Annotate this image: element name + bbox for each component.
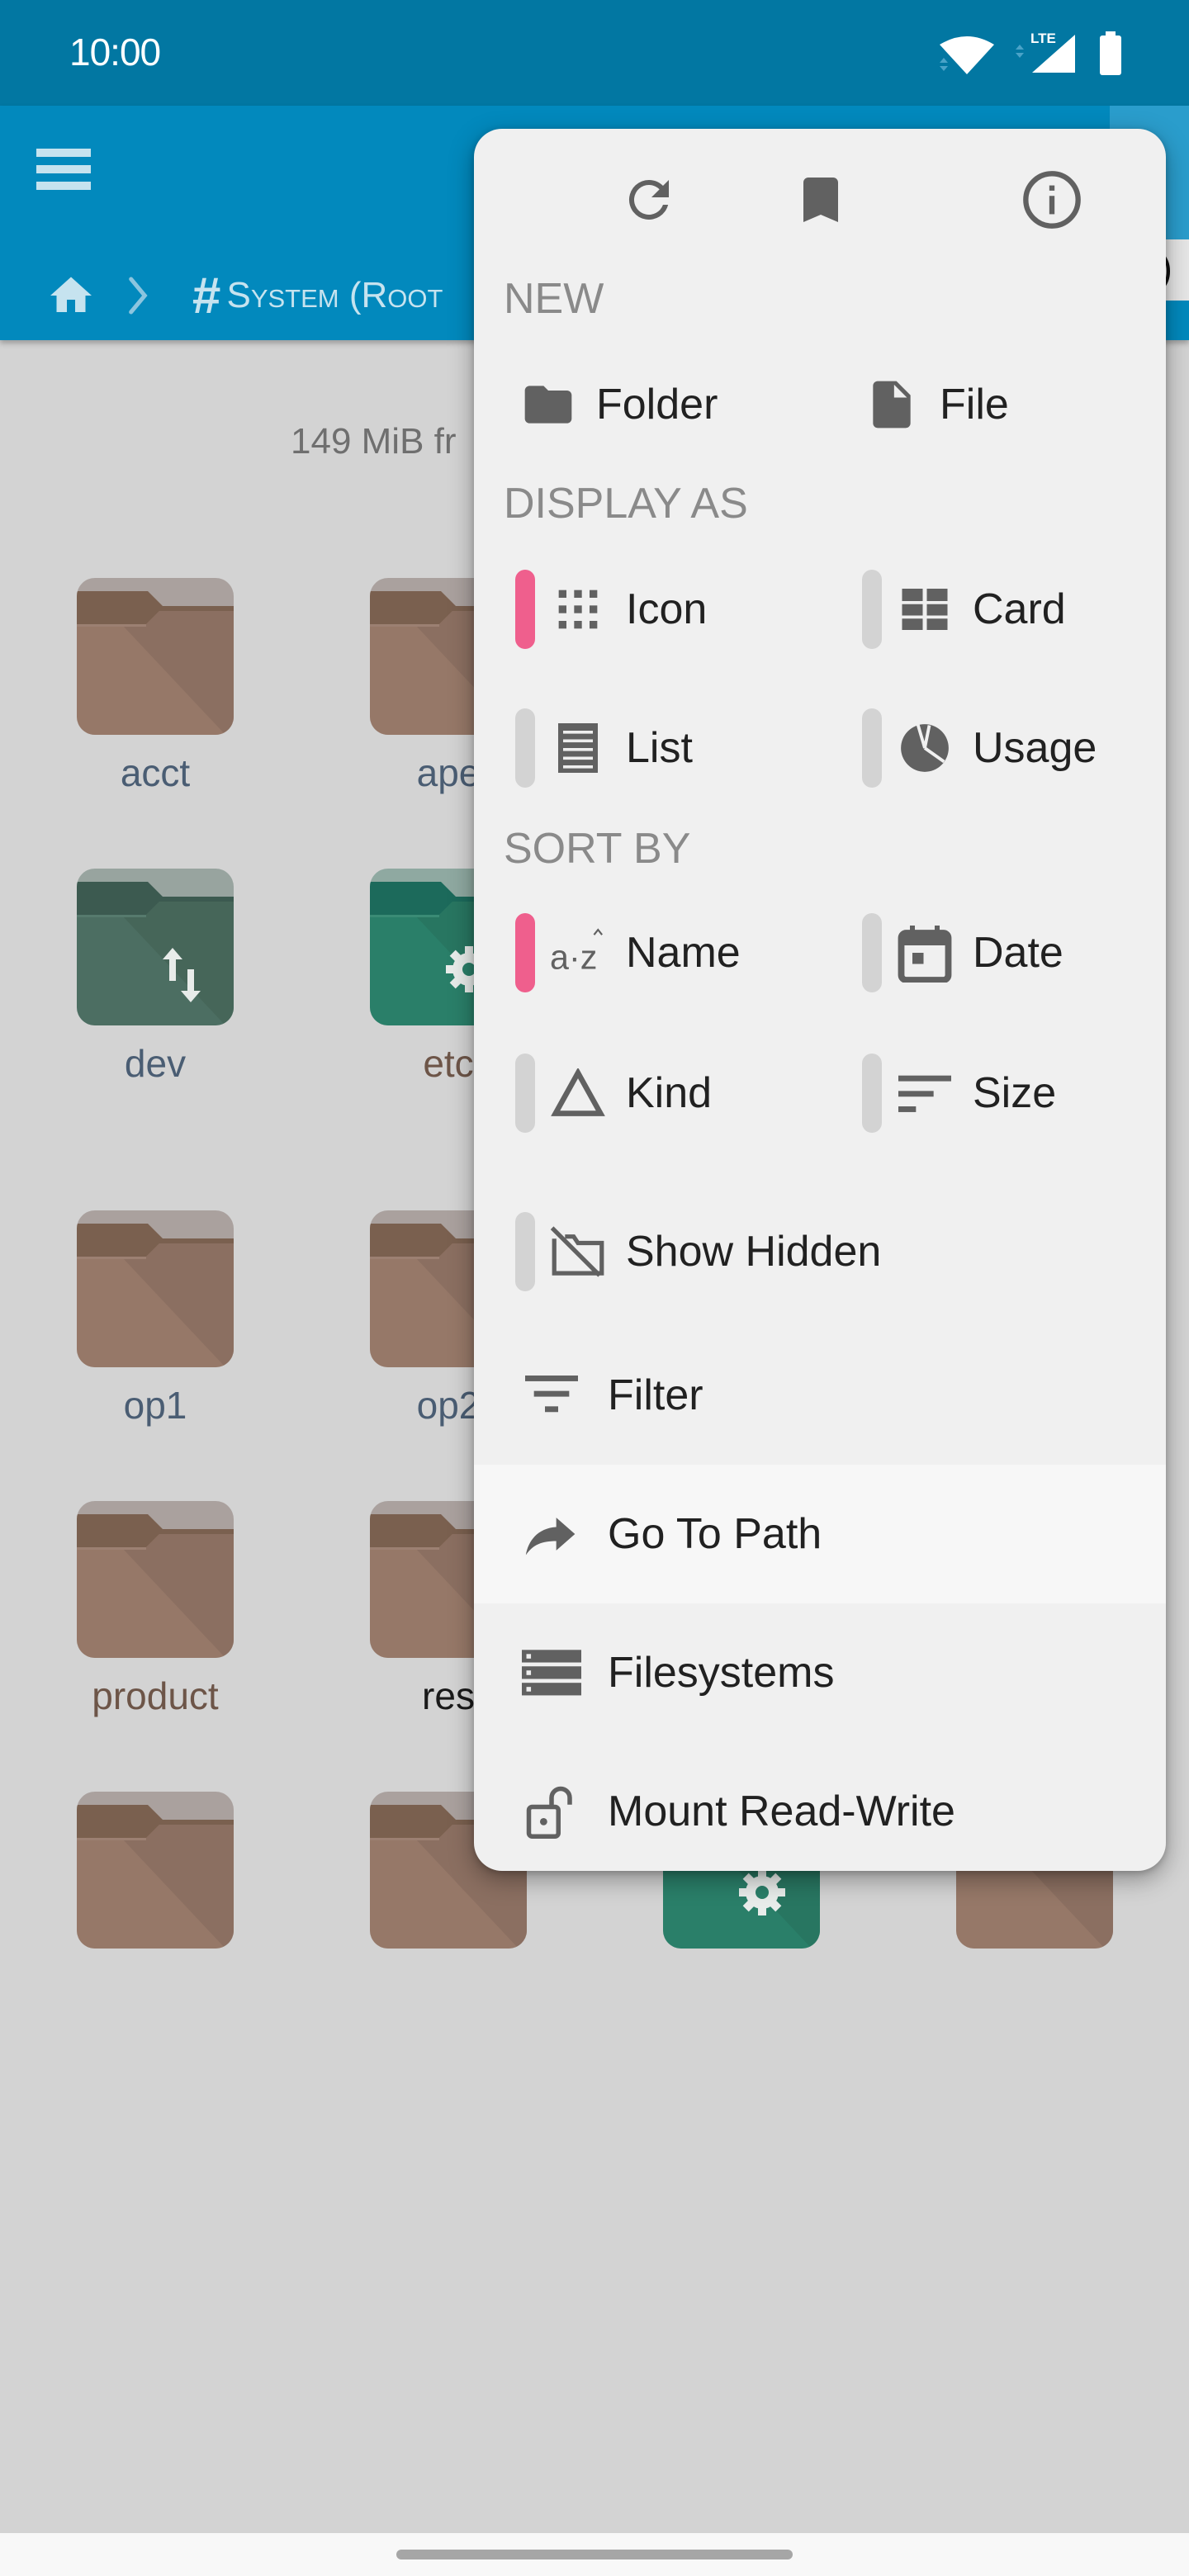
sort-size-icon: [897, 1065, 953, 1121]
file-icon: [864, 376, 920, 433]
info-icon: [1023, 171, 1081, 229]
new-folder-button[interactable]: Folder: [520, 365, 718, 444]
folder-icon: [77, 869, 234, 1025]
info-button[interactable]: [1011, 159, 1093, 241]
folder-icon: [77, 578, 234, 735]
svg-text:a·z: a·z: [550, 938, 597, 976]
gesture-handle[interactable]: [396, 2550, 793, 2559]
display-usage-option[interactable]: Usage: [862, 708, 1097, 788]
unselected-indicator: [862, 1054, 882, 1133]
filesystems-menu-item[interactable]: Filesystems: [474, 1603, 1166, 1742]
display-usage-label: Usage: [973, 724, 1097, 772]
unselected-indicator: [862, 570, 882, 649]
sort-kind-option[interactable]: Kind: [515, 1054, 712, 1133]
display-list-option[interactable]: List: [515, 708, 693, 788]
selected-indicator: [515, 913, 535, 992]
new-folder-label: Folder: [596, 381, 718, 429]
unselected-indicator: [515, 1212, 535, 1291]
section-new-title: NEW: [504, 275, 604, 323]
go-to-path-menu-item[interactable]: Go To Path: [474, 1465, 1166, 1603]
go-to-path-label: Go To Path: [608, 1510, 822, 1558]
card-grid-icon: [897, 581, 953, 637]
folder-name: op1: [123, 1384, 187, 1427]
folder-icon: [77, 1792, 234, 1949]
list-icon: [550, 720, 606, 776]
display-icon-label: Icon: [626, 585, 708, 633]
filter-icon: [520, 1364, 583, 1427]
display-icon-option[interactable]: Icon: [515, 570, 707, 649]
mount-read-write-label: Mount Read-Write: [608, 1788, 955, 1835]
folder-tile[interactable]: dev: [19, 869, 291, 1087]
folder-tile[interactable]: op1: [19, 1210, 291, 1428]
folder-icon: [77, 1210, 234, 1367]
section-display-as-title: DISPLAY AS: [504, 480, 748, 528]
refresh-icon: [628, 179, 669, 220]
folder-name: product: [92, 1674, 219, 1717]
filesystems-label: Filesystems: [608, 1649, 835, 1697]
new-file-button[interactable]: File: [864, 365, 1009, 444]
sort-name-label: Name: [626, 929, 741, 977]
section-sort-by-title: SORT BY: [504, 825, 691, 873]
show-hidden-label: Show Hidden: [626, 1228, 882, 1276]
sort-kind-label: Kind: [626, 1069, 713, 1117]
display-list-label: List: [626, 724, 693, 772]
folder-tile[interactable]: [19, 1792, 291, 1963]
display-card-label: Card: [973, 585, 1066, 633]
overflow-menu: NEW Folder File DISPLAY AS Icon Card Lis…: [474, 129, 1166, 1871]
folder-name: acct: [120, 751, 191, 794]
mount-read-write-menu-item[interactable]: Mount Read-Write: [474, 1742, 1166, 1871]
bookmark-button[interactable]: [779, 159, 862, 241]
selected-indicator: [515, 570, 535, 649]
unselected-indicator: [515, 708, 535, 788]
folder-icon: [77, 1501, 234, 1658]
unselected-indicator: [862, 708, 882, 788]
unlock-icon: [520, 1780, 583, 1843]
sort-name-option[interactable]: a·z Name: [515, 913, 741, 992]
swap-vertical-icon: [77, 869, 234, 1025]
sort-date-option[interactable]: Date: [862, 913, 1063, 992]
sort-date-label: Date: [973, 929, 1063, 977]
triangle-icon: [550, 1065, 606, 1121]
folder-icon: [520, 376, 576, 433]
forward-arrow-icon: [520, 1503, 583, 1565]
folder-name: dev: [124, 1042, 187, 1085]
unselected-indicator: [515, 1054, 535, 1133]
navigation-bar: [0, 2533, 1189, 2576]
filesystems-icon: [520, 1641, 583, 1704]
filter-menu-item[interactable]: Filter: [474, 1326, 1166, 1465]
calendar-icon: [897, 925, 953, 983]
unselected-indicator: [862, 913, 882, 992]
icon-grid-icon: [550, 581, 606, 637]
sort-size-label: Size: [973, 1069, 1057, 1117]
menu-top-actions: [474, 129, 1166, 269]
folder-tile[interactable]: product: [19, 1501, 291, 1719]
display-card-option[interactable]: Card: [862, 570, 1066, 649]
filter-label: Filter: [608, 1371, 703, 1419]
new-file-label: File: [940, 381, 1009, 429]
hidden-folder-icon: [550, 1224, 606, 1280]
show-hidden-toggle[interactable]: Show Hidden: [515, 1212, 881, 1291]
refresh-button[interactable]: [608, 159, 690, 241]
bookmark-icon: [803, 178, 838, 222]
pie-chart-icon: [897, 720, 953, 776]
folder-tile[interactable]: acct: [19, 578, 291, 796]
sort-size-option[interactable]: Size: [862, 1054, 1056, 1133]
sort-alpha-icon: a·z: [550, 925, 606, 981]
